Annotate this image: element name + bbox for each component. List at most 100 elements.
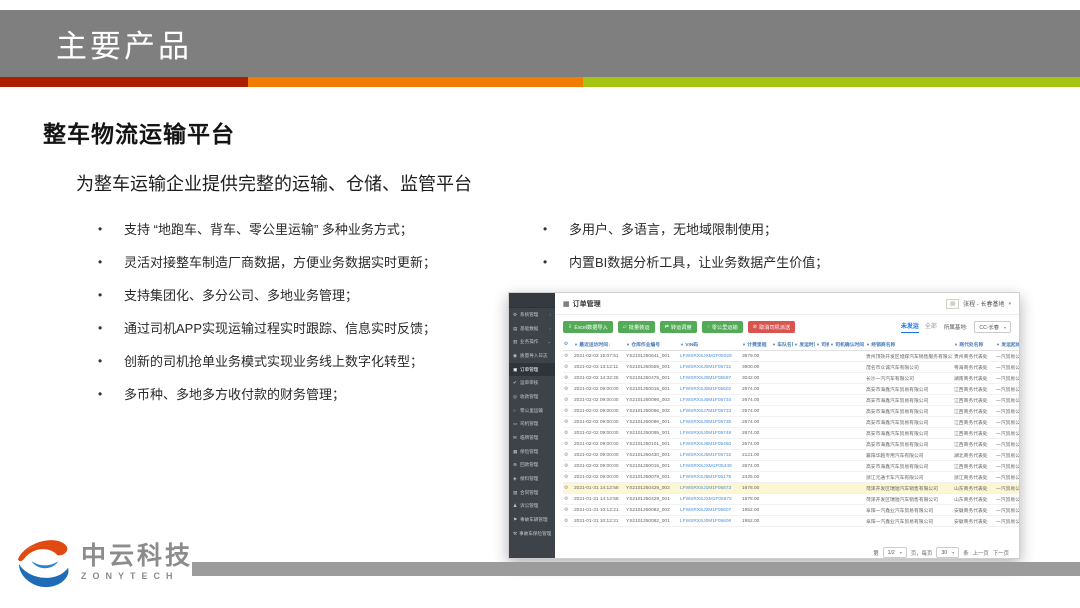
prev-page-link[interactable]: 上一页 [973, 549, 989, 557]
table-row[interactable]: ⚙2021-02-02 09:00:00YS2101250079_001LFWS… [563, 472, 1019, 483]
row-gear-icon[interactable]: ⚙ [563, 362, 573, 373]
vin-link[interactable]: LFWSRXSJ0M1F05731 [679, 362, 741, 373]
cell: 2021-01-31 14:12:58 [573, 483, 625, 494]
row-gear-icon[interactable]: ⚙ [563, 516, 573, 527]
table-row[interactable]: ⚙2021-02-02 09:00:00YS2101250016_001LFWS… [563, 461, 1019, 472]
取消司机派送-button[interactable]: ⊘取消司机派送 [748, 321, 796, 333]
bullet-dot-icon: • [98, 387, 124, 402]
vin-link[interactable]: LFWSRXSJ2M1F05607 [679, 505, 741, 516]
sidebar-item-订单管理[interactable]: ▣订单管理 [509, 363, 555, 377]
column-header-计费里程[interactable]: ▼ 计费里程 [741, 338, 771, 351]
table-row[interactable]: ⚙2021-02-02 09:00:00YS2101250096_003LFWS… [563, 395, 1019, 406]
vin-link[interactable]: LFWSRXSJ6M1F05450 [679, 439, 741, 450]
row-gear-icon[interactable]: ⚙ [563, 395, 573, 406]
table-row[interactable]: ⚙2021-02-03 15:07:51YS2101250641_001LFWS… [563, 351, 1019, 362]
column-header-商代处名称[interactable]: ▼ 商代处名称 [953, 338, 995, 351]
company-name: 中云科技 [81, 543, 193, 569]
sidebar-item-保料管理[interactable]: ◈保料管理 [509, 472, 555, 486]
user-menu[interactable]: ▨ 张程 - 长春基地 ▾ [946, 299, 1011, 309]
vin-link[interactable]: LFWSRXSJXM1F05449 [679, 461, 741, 472]
vin-link[interactable]: LFWSRXSJ0M1F05734 [679, 395, 741, 406]
row-gear-icon[interactable]: ⚙ [563, 439, 573, 450]
零公里运输-button[interactable]: ◌零公里运输 [702, 321, 743, 333]
cell-empty [771, 373, 793, 384]
vin-link[interactable]: LFWSRXSJ5M1F05176 [679, 472, 741, 483]
Excel数据导入-button[interactable]: ⇩Excel数据导入 [563, 321, 613, 333]
row-gear-icon[interactable]: ⚙ [563, 406, 573, 417]
转运调度-button[interactable]: ⇄转运调度 [660, 321, 697, 333]
vin-link[interactable]: LFWSRXSJ0M1F05748 [679, 428, 741, 439]
toolbar-right: 未发运全部 所属基地: CC-长春 ▾ [901, 321, 1011, 333]
table-row[interactable]: ⚙2021-01-31 10:12:21YS2101250082_002LFWS… [563, 505, 1019, 516]
footer-bar [192, 562, 1080, 576]
sidebar-item-收款管理[interactable]: ◎收款管理 [509, 390, 555, 404]
vin-link[interactable]: LFWSRXSJXM1F05029 [679, 351, 741, 362]
column-header-VIN码[interactable]: ▼ VIN码 [679, 338, 741, 351]
sidebar-item-保险管理[interactable]: ▦保险管理 [509, 445, 555, 459]
column-header-司机确认时间[interactable]: ▼ 司机确认时间 [829, 338, 865, 351]
row-gear-icon[interactable]: ⚙ [563, 384, 573, 395]
row-gear-icon[interactable]: ⚙ [563, 351, 573, 362]
sidebar-item-合同管理[interactable]: ▧合同管理 [509, 486, 555, 500]
sidebar-item-司机管理[interactable]: ▭司机管理 [509, 418, 555, 432]
sidebar-item-临牌管理[interactable]: ✉临牌管理 [509, 431, 555, 445]
base-select[interactable]: CC-长春 ▾ [974, 321, 1011, 333]
table-row[interactable]: ⚙2021-01-31 14:12:58YS2101250429_002LFWS… [563, 483, 1019, 494]
tab-未发运[interactable]: 未发运 [901, 321, 919, 333]
sidebar-item-label: 临牌管理 [520, 435, 538, 441]
column-header-最近送达时间↓[interactable]: ▼ 最近送达时间↓ [573, 338, 625, 351]
sidebar-item-系统管理[interactable]: ⚙系统管理‹ [509, 308, 555, 322]
vin-link[interactable]: LFWSRXSJ7M1F05733 [679, 406, 741, 417]
table-row[interactable]: ⚙2021-02-02 09:00:00YS2101250096_002LFWS… [563, 406, 1019, 417]
vin-link[interactable]: LFWSRXSJ0M1F05597 [679, 373, 741, 384]
sidebar-item-零公里运输[interactable]: ○零公里运输 [509, 404, 555, 418]
table-row[interactable]: ⚙2021-02-02 09:00:00YS2101250096_001LFWS… [563, 417, 1019, 428]
row-gear-icon[interactable]: ⚙ [563, 417, 573, 428]
sidebar-item-回款管理[interactable]: ⊕回款管理 [509, 459, 555, 473]
row-gear-icon[interactable]: ⚙ [563, 450, 573, 461]
table-row[interactable]: ⚙2021-02-02 09:00:00YS2101250430_001LFWS… [563, 450, 1019, 461]
row-gear-icon[interactable]: ⚙ [563, 494, 573, 505]
column-settings-icon[interactable]: ⚙ [563, 338, 573, 351]
table-row[interactable]: ⚙2021-01-31 14:12:58YS2101250429_001LFWS… [563, 494, 1019, 505]
vin-link[interactable]: LFWSRXSJ0M1F05606 [679, 516, 741, 527]
column-header-仓库作业编号[interactable]: ▼ 仓库作业编号 [625, 338, 679, 351]
column-header-发运起始地名称[interactable]: ▼ 发运起始地名称 [995, 338, 1019, 351]
column-header-司机[interactable]: ▼ 司机 [815, 338, 829, 351]
row-gear-icon[interactable]: ⚙ [563, 505, 573, 516]
table-row[interactable]: ⚙2021-02-03 13:12:11YS2101250559_001LFWS… [563, 362, 1019, 373]
tab-全部[interactable]: 全部 [925, 321, 937, 333]
sidebar-item-运单审核[interactable]: ✔运单审核 [509, 376, 555, 390]
row-gear-icon[interactable]: ⚙ [563, 428, 573, 439]
sidebar-item-业务操作[interactable]: ▥业务操作⌄ [509, 335, 555, 349]
sidebar-item-基础数据[interactable]: ▤基础数据‹ [509, 322, 555, 336]
批量装运-button[interactable]: ▱批量装运 [618, 321, 655, 333]
row-gear-icon[interactable]: ⚙ [563, 373, 573, 384]
page-select[interactable]: 1/2 ▾ [883, 547, 907, 558]
row-gear-icon[interactable]: ⚙ [563, 461, 573, 472]
sidebar-item-诉讼管理[interactable]: ♟诉讼管理 [509, 500, 555, 514]
vin-link[interactable]: LFWSRXSJ5M1F05732 [679, 450, 741, 461]
table-row[interactable]: ⚙2021-02-02 14:32:25YS2101250475_001LFWS… [563, 373, 1019, 384]
column-header-经销商名称[interactable]: ▼ 经销商名称 [865, 338, 953, 351]
table-row[interactable]: ⚙2021-02-02 09:00:00YS2101250095_001LFWS… [563, 428, 1019, 439]
sidebar-item-质量导入日志[interactable]: ◉质量导入日志 [509, 349, 555, 363]
sidebar-item-事故车保险管理[interactable]: ⚒事故车保险管理 [509, 527, 555, 541]
row-gear-icon[interactable]: ⚙ [563, 472, 573, 483]
table-row[interactable]: ⚙2021-01-31 10:12:21YS2101250082_001LFWS… [563, 516, 1019, 527]
sidebar-item-label: 运单审核 [520, 380, 538, 386]
sidebar-item-事故车辆管理[interactable]: ⚑事故车辆管理 [509, 513, 555, 527]
vin-link[interactable]: LFWSRXSJ0M1F05735 [679, 417, 741, 428]
column-header-发运时间[interactable]: ▼ 发运时间 [793, 338, 815, 351]
cell: 2021-02-02 09:00:00 [573, 439, 625, 450]
next-page-link[interactable]: 下一页 [993, 549, 1009, 557]
vin-link[interactable]: LFWSRXSJXM1F05872 [679, 494, 741, 505]
cell-empty [771, 362, 793, 373]
page-size-select[interactable]: 30 ▾ [936, 547, 959, 558]
column-header-车队名称[interactable]: ▼ 车队名称 [771, 338, 793, 351]
vin-link[interactable]: LFWSRXSJ1M1F05873 [679, 483, 741, 494]
table-row[interactable]: ⚙2021-02-02 09:00:00YS2101250015_001LFWS… [563, 384, 1019, 395]
vin-link[interactable]: LFWSRXSJ0M1F05602 [679, 384, 741, 395]
row-gear-icon[interactable]: ⚙ [563, 483, 573, 494]
table-row[interactable]: ⚙2021-02-02 09:00:00YS2101250101_001LFWS… [563, 439, 1019, 450]
